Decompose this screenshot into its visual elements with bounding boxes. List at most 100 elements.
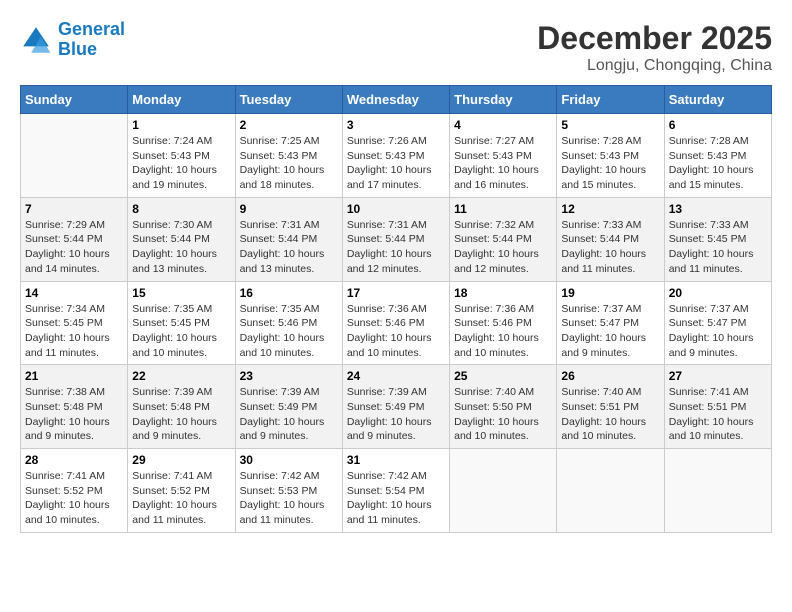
calendar-cell <box>664 449 771 533</box>
day-number: 18 <box>454 286 552 300</box>
calendar-cell: 6Sunrise: 7:28 AM Sunset: 5:43 PM Daylig… <box>664 114 771 198</box>
day-info: Sunrise: 7:38 AM Sunset: 5:48 PM Dayligh… <box>25 385 123 444</box>
calendar-header-row: SundayMondayTuesdayWednesdayThursdayFrid… <box>21 86 772 114</box>
day-number: 8 <box>132 202 230 216</box>
day-info: Sunrise: 7:35 AM Sunset: 5:45 PM Dayligh… <box>132 302 230 361</box>
day-header-wednesday: Wednesday <box>342 86 449 114</box>
calendar-cell: 14 Sunrise: 7:34 AM Sunset: 5:45 PM Dayli… <box>21 281 128 365</box>
day-info: Sunrise: 7:31 AM Sunset: 5:44 PM Dayligh… <box>240 218 338 277</box>
calendar-cell: 2 Sunrise: 7:25 AM Sunset: 5:43 PM Daylig… <box>235 114 342 198</box>
calendar-cell: 1 Sunrise: 7:24 AM Sunset: 5:43 PM Daylig… <box>128 114 235 198</box>
day-info: Sunrise: 7:35 AM Sunset: 5:46 PM Dayligh… <box>240 302 338 361</box>
calendar-cell: 15Sunrise: 7:35 AM Sunset: 5:45 PM Dayli… <box>128 281 235 365</box>
month-title: December 2025 <box>537 20 772 57</box>
calendar-cell <box>450 449 557 533</box>
day-info: Sunrise: 7:40 AM Sunset: 5:50 PM Dayligh… <box>454 385 552 444</box>
day-number: 9 <box>240 202 338 216</box>
calendar-week-row: 21 Sunrise: 7:38 AM Sunset: 5:48 PM Dayli… <box>21 365 772 449</box>
calendar-cell: 4Sunrise: 7:27 AM Sunset: 5:43 PM Daylig… <box>450 114 557 198</box>
calendar-cell: 7 Sunrise: 7:29 AM Sunset: 5:44 PM Daylig… <box>21 197 128 281</box>
logo-line2: Blue <box>58 39 97 59</box>
day-number: 30 <box>240 453 338 467</box>
day-info: Sunrise: 7:39 AM Sunset: 5:49 PM Dayligh… <box>347 385 445 444</box>
day-number: 16 <box>240 286 338 300</box>
day-header-friday: Friday <box>557 86 664 114</box>
calendar-cell: 26Sunrise: 7:40 AM Sunset: 5:51 PM Dayli… <box>557 365 664 449</box>
day-info: Sunrise: 7:29 AM Sunset: 5:44 PM Dayligh… <box>25 218 123 277</box>
day-info: Sunrise: 7:26 AM Sunset: 5:43 PM Dayligh… <box>347 134 445 193</box>
title-area: December 2025 Longju, Chongqing, China <box>537 20 772 75</box>
day-info: Sunrise: 7:39 AM Sunset: 5:48 PM Dayligh… <box>132 385 230 444</box>
day-info: Sunrise: 7:33 AM Sunset: 5:44 PM Dayligh… <box>561 218 659 277</box>
day-info: Sunrise: 7:24 AM Sunset: 5:43 PM Dayligh… <box>132 134 230 193</box>
day-number: 4 <box>454 118 552 132</box>
day-info: Sunrise: 7:41 AM Sunset: 5:51 PM Dayligh… <box>669 385 767 444</box>
calendar-cell: 5Sunrise: 7:28 AM Sunset: 5:43 PM Daylig… <box>557 114 664 198</box>
day-info: Sunrise: 7:28 AM Sunset: 5:43 PM Dayligh… <box>561 134 659 193</box>
day-info: Sunrise: 7:34 AM Sunset: 5:45 PM Dayligh… <box>25 302 123 361</box>
day-number: 19 <box>561 286 659 300</box>
calendar-cell: 22 Sunrise: 7:39 AM Sunset: 5:48 PM Dayli… <box>128 365 235 449</box>
day-info: Sunrise: 7:41 AM Sunset: 5:52 PM Dayligh… <box>132 469 230 528</box>
calendar-week-row: 28Sunrise: 7:41 AM Sunset: 5:52 PM Dayli… <box>21 449 772 533</box>
calendar-cell: 27Sunrise: 7:41 AM Sunset: 5:51 PM Dayli… <box>664 365 771 449</box>
day-number: 13 <box>669 202 767 216</box>
day-number: 25 <box>454 369 552 383</box>
day-number: 20 <box>669 286 767 300</box>
calendar-cell: 19 Sunrise: 7:37 AM Sunset: 5:47 PM Dayli… <box>557 281 664 365</box>
logo-text: General Blue <box>58 20 125 60</box>
day-number: 10 <box>347 202 445 216</box>
day-info: Sunrise: 7:33 AM Sunset: 5:45 PM Dayligh… <box>669 218 767 277</box>
day-info: Sunrise: 7:25 AM Sunset: 5:43 PM Dayligh… <box>240 134 338 193</box>
day-info: Sunrise: 7:30 AM Sunset: 5:44 PM Dayligh… <box>132 218 230 277</box>
calendar-cell: 17 Sunrise: 7:36 AM Sunset: 5:46 PM Dayli… <box>342 281 449 365</box>
day-number: 14 <box>25 286 123 300</box>
calendar-cell: 16 Sunrise: 7:35 AM Sunset: 5:46 PM Dayli… <box>235 281 342 365</box>
calendar-cell: 29 Sunrise: 7:41 AM Sunset: 5:52 PM Dayli… <box>128 449 235 533</box>
day-info: Sunrise: 7:36 AM Sunset: 5:46 PM Dayligh… <box>454 302 552 361</box>
day-header-tuesday: Tuesday <box>235 86 342 114</box>
calendar-cell: 28Sunrise: 7:41 AM Sunset: 5:52 PM Dayli… <box>21 449 128 533</box>
calendar-cell: 12Sunrise: 7:33 AM Sunset: 5:44 PM Dayli… <box>557 197 664 281</box>
day-info: Sunrise: 7:40 AM Sunset: 5:51 PM Dayligh… <box>561 385 659 444</box>
day-info: Sunrise: 7:37 AM Sunset: 5:47 PM Dayligh… <box>561 302 659 361</box>
day-number: 17 <box>347 286 445 300</box>
calendar-cell: 9 Sunrise: 7:31 AM Sunset: 5:44 PM Daylig… <box>235 197 342 281</box>
day-header-saturday: Saturday <box>664 86 771 114</box>
calendar-cell: 23Sunrise: 7:39 AM Sunset: 5:49 PM Dayli… <box>235 365 342 449</box>
calendar-week-row: 14 Sunrise: 7:34 AM Sunset: 5:45 PM Dayli… <box>21 281 772 365</box>
day-number: 1 <box>132 118 230 132</box>
day-number: 2 <box>240 118 338 132</box>
day-info: Sunrise: 7:28 AM Sunset: 5:43 PM Dayligh… <box>669 134 767 193</box>
calendar-cell: 8 Sunrise: 7:30 AM Sunset: 5:44 PM Daylig… <box>128 197 235 281</box>
header: General Blue December 2025 Longju, Chong… <box>20 20 772 75</box>
calendar-cell <box>21 114 128 198</box>
logo-line1: General <box>58 19 125 39</box>
calendar-cell: 18 Sunrise: 7:36 AM Sunset: 5:46 PM Dayli… <box>450 281 557 365</box>
calendar-cell: 11 Sunrise: 7:32 AM Sunset: 5:44 PM Dayli… <box>450 197 557 281</box>
day-info: Sunrise: 7:32 AM Sunset: 5:44 PM Dayligh… <box>454 218 552 277</box>
calendar-cell: 31 Sunrise: 7:42 AM Sunset: 5:54 PM Dayli… <box>342 449 449 533</box>
location: Longju, Chongqing, China <box>537 57 772 75</box>
day-number: 31 <box>347 453 445 467</box>
calendar-cell: 3 Sunrise: 7:26 AM Sunset: 5:43 PM Daylig… <box>342 114 449 198</box>
calendar-table: SundayMondayTuesdayWednesdayThursdayFrid… <box>20 85 772 533</box>
calendar-cell <box>557 449 664 533</box>
day-number: 21 <box>25 369 123 383</box>
day-number: 11 <box>454 202 552 216</box>
logo: General Blue <box>20 20 125 60</box>
day-info: Sunrise: 7:37 AM Sunset: 5:47 PM Dayligh… <box>669 302 767 361</box>
calendar-cell: 20 Sunrise: 7:37 AM Sunset: 5:47 PM Dayli… <box>664 281 771 365</box>
day-info: Sunrise: 7:42 AM Sunset: 5:54 PM Dayligh… <box>347 469 445 528</box>
day-number: 29 <box>132 453 230 467</box>
day-number: 3 <box>347 118 445 132</box>
calendar-cell: 30Sunrise: 7:42 AM Sunset: 5:53 PM Dayli… <box>235 449 342 533</box>
day-info: Sunrise: 7:31 AM Sunset: 5:44 PM Dayligh… <box>347 218 445 277</box>
day-info: Sunrise: 7:36 AM Sunset: 5:46 PM Dayligh… <box>347 302 445 361</box>
day-number: 22 <box>132 369 230 383</box>
day-header-monday: Monday <box>128 86 235 114</box>
calendar-week-row: 7 Sunrise: 7:29 AM Sunset: 5:44 PM Daylig… <box>21 197 772 281</box>
day-number: 7 <box>25 202 123 216</box>
calendar-cell: 24Sunrise: 7:39 AM Sunset: 5:49 PM Dayli… <box>342 365 449 449</box>
calendar-week-row: 1 Sunrise: 7:24 AM Sunset: 5:43 PM Daylig… <box>21 114 772 198</box>
